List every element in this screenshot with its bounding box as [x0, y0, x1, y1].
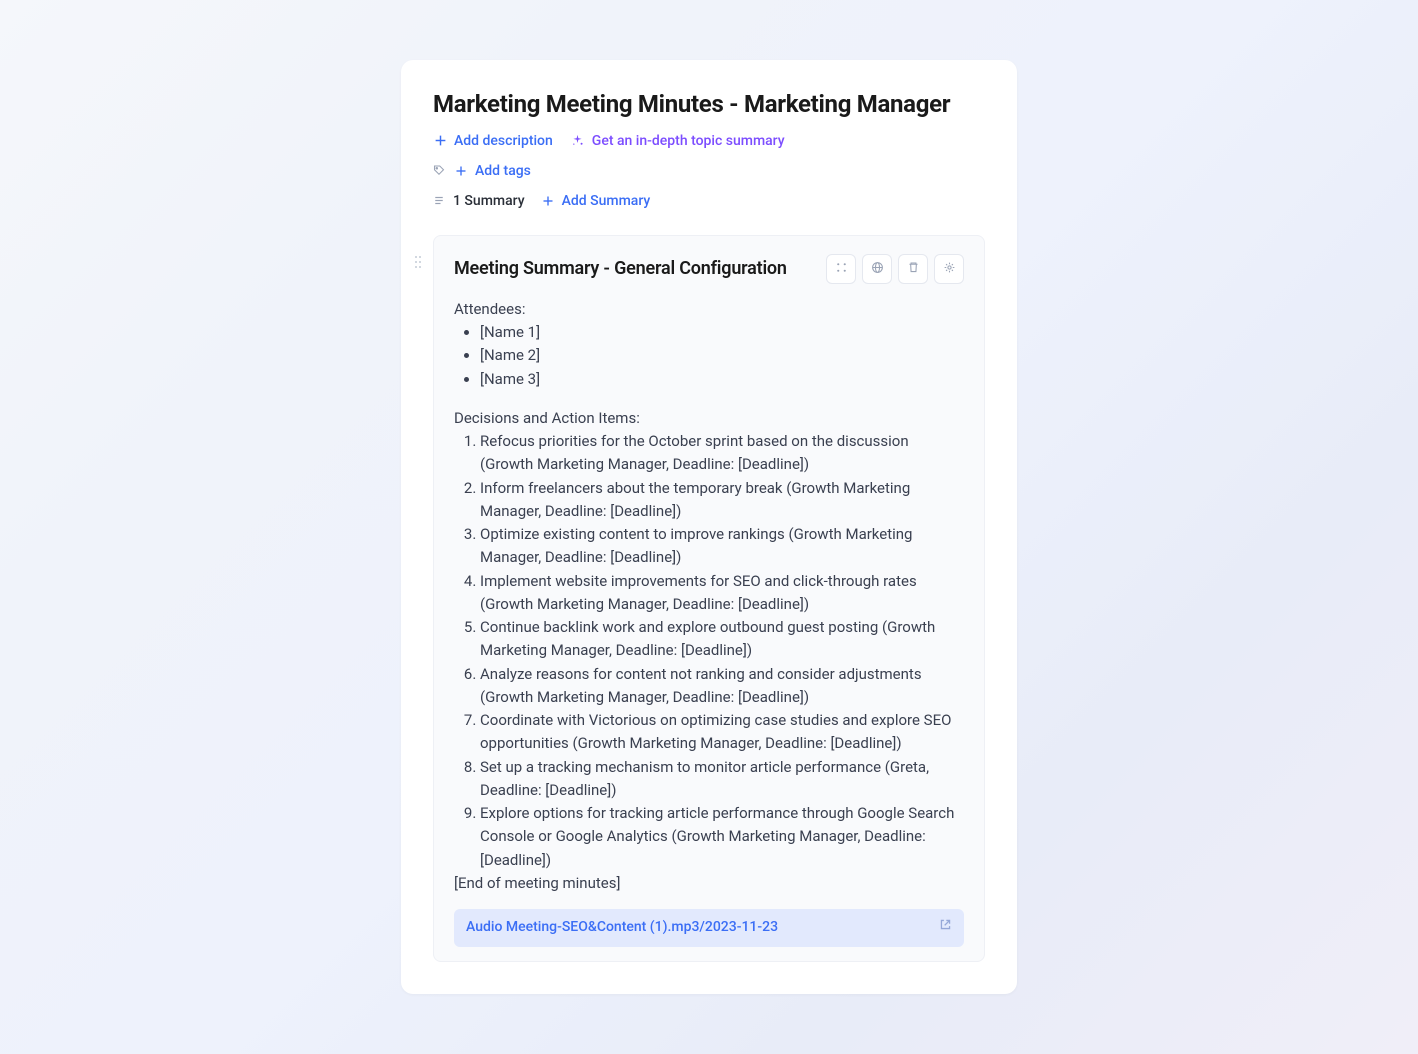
globe-icon — [871, 259, 884, 278]
summary-body: Attendees: [Name 1][Name 2][Name 3] Deci… — [454, 298, 964, 947]
summary-meta-row: 1 Summary Add Summary — [433, 193, 985, 209]
document-card: Marketing Meeting Minutes - Marketing Ma… — [401, 60, 1017, 994]
attendees-label: Attendees: — [454, 298, 964, 321]
primary-actions: Add description Get an in-depth topic su… — [433, 133, 985, 149]
summary-header: Meeting Summary - General Configuration — [454, 254, 964, 284]
get-topic-summary-label: Get an in-depth topic summary — [592, 133, 785, 149]
list-item: Inform freelancers about the temporary b… — [480, 477, 964, 524]
list-item: Coordinate with Victorious on optimizing… — [480, 709, 964, 756]
plus-icon — [454, 164, 468, 178]
drag-handle-icon[interactable] — [414, 254, 422, 273]
list-item: Continue backlink work and explore outbo… — [480, 616, 964, 663]
add-tags-label: Add tags — [475, 163, 531, 179]
audio-file-link[interactable]: Audio Meeting-SEO&Content (1).mp3/2023-1… — [454, 909, 964, 947]
summary-count: 1 Summary — [433, 193, 525, 209]
list-item: [Name 3] — [480, 368, 964, 391]
plus-icon — [433, 134, 447, 148]
list-item: Implement website improvements for SEO a… — [480, 570, 964, 617]
attendees-list: [Name 1][Name 2][Name 3] — [454, 321, 964, 391]
expand-button[interactable] — [826, 254, 856, 284]
share-button[interactable] — [862, 254, 892, 284]
list-item: Optimize existing content to improve ran… — [480, 523, 964, 570]
add-description-label: Add description — [454, 133, 553, 149]
plus-icon — [541, 194, 555, 208]
expand-icon — [835, 259, 848, 278]
get-topic-summary-button[interactable]: Get an in-depth topic summary — [571, 133, 785, 149]
delete-button[interactable] — [898, 254, 928, 284]
page-title: Marketing Meeting Minutes - Marketing Ma… — [433, 90, 985, 119]
settings-button[interactable] — [934, 254, 964, 284]
audio-file-label: Audio Meeting-SEO&Content (1).mp3/2023-1… — [466, 917, 778, 939]
summary-toolbar — [826, 254, 964, 284]
add-tags-button[interactable]: Add tags — [454, 163, 531, 179]
list-item: Analyze reasons for content not ranking … — [480, 663, 964, 710]
list-item: [Name 1] — [480, 321, 964, 344]
summary-card: Meeting Summary - General Configuration — [433, 235, 985, 962]
tags-row: Add tags — [433, 163, 985, 179]
add-summary-label: Add Summary — [562, 193, 651, 209]
tag-icon — [433, 165, 445, 177]
list-item: Explore options for tracking article per… — [480, 802, 964, 872]
summary-count-label: 1 Summary — [453, 193, 525, 209]
add-description-button[interactable]: Add description — [433, 133, 553, 149]
external-link-icon — [939, 917, 952, 939]
end-note: [End of meeting minutes] — [454, 872, 964, 895]
list-icon — [433, 195, 445, 207]
list-item: Set up a tracking mechanism to monitor a… — [480, 756, 964, 803]
add-summary-button[interactable]: Add Summary — [541, 193, 651, 209]
sparkle-icon — [571, 134, 585, 148]
decisions-label: Decisions and Action Items: — [454, 407, 964, 430]
trash-icon — [907, 259, 920, 278]
summary-title: Meeting Summary - General Configuration — [454, 258, 787, 279]
gear-icon — [943, 259, 956, 278]
list-item: [Name 2] — [480, 344, 964, 367]
list-item: Refocus priorities for the October sprin… — [480, 430, 964, 477]
decisions-list: Refocus priorities for the October sprin… — [454, 430, 964, 872]
